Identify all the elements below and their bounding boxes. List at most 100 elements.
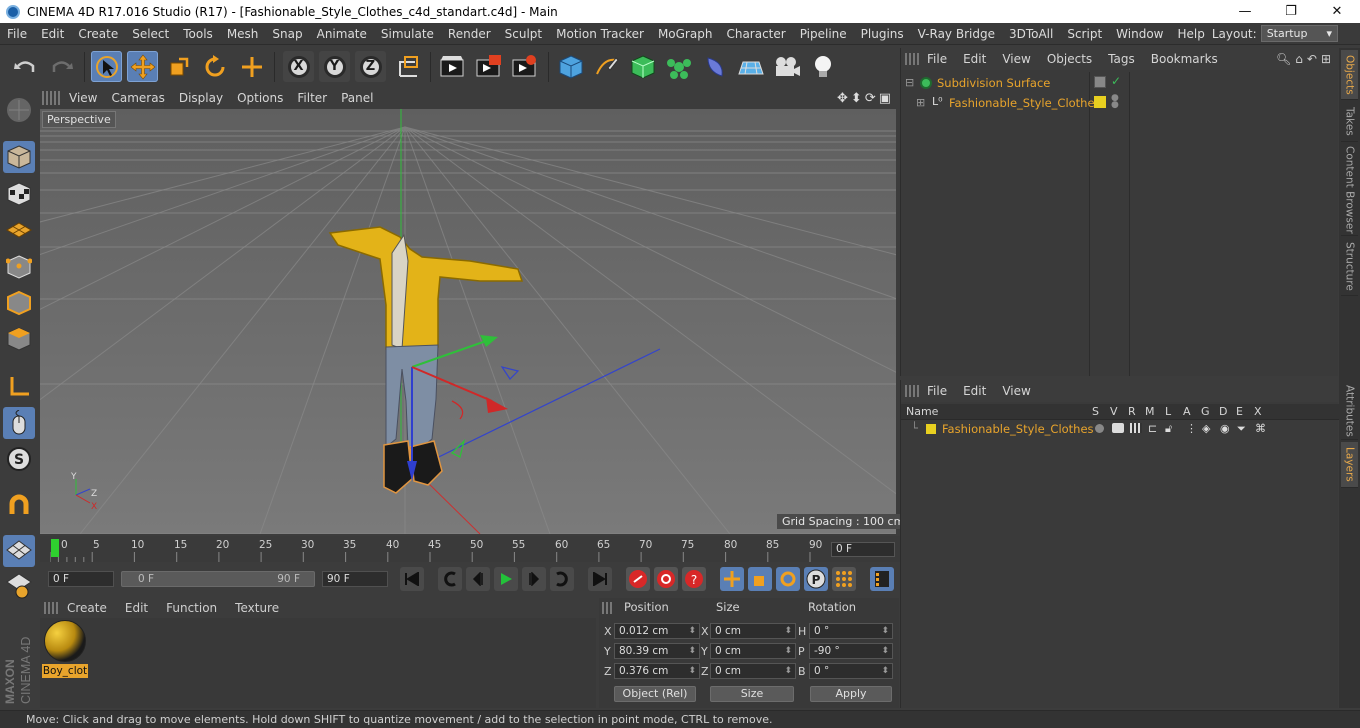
recent-tool-icon[interactable] [236,51,267,82]
col-xref[interactable]: X [1254,405,1262,418]
move-tool-icon[interactable] [127,51,158,82]
layer-chip-icon[interactable] [1094,76,1106,88]
texture-mode-icon[interactable] [3,178,35,210]
manager-icon[interactable]: ⊏ [1148,422,1157,435]
tweak-mode-icon[interactable] [3,407,35,439]
object-menu-file[interactable]: File [919,52,955,66]
col-name[interactable]: Name [906,405,938,418]
menu-select[interactable]: Select [125,27,176,41]
expand-toggle-icon[interactable]: ⊞ [916,96,925,109]
menu-snap[interactable]: Snap [265,27,309,41]
menu-character[interactable]: Character [719,27,792,41]
viewport-menu-cameras[interactable]: Cameras [104,91,171,105]
start-frame-field[interactable]: 0 F [48,571,114,587]
object-name[interactable]: Fashionable_Style_Clothes [949,96,1101,110]
3d-viewport[interactable]: Y Z X [40,109,896,534]
deformer-icon[interactable] [699,51,730,82]
deformer-icon[interactable]: ◉ [1220,422,1230,435]
z-axis-lock-icon[interactable]: Z [355,51,386,82]
rotate-tool-icon[interactable] [199,51,230,82]
go-to-start-icon[interactable] [400,567,424,591]
position-x-field[interactable]: 0.012 cm [614,623,700,639]
col-locked[interactable]: L [1165,405,1171,418]
menu-script[interactable]: Script [1060,27,1109,41]
menu-edit[interactable]: Edit [34,27,71,41]
material-menu-edit[interactable]: Edit [116,601,157,615]
layer-name[interactable]: Fashionable_Style_Clothes [942,422,1094,436]
size-z-field[interactable]: 0 cm [710,663,796,679]
collapse-toggle-icon[interactable]: ⊟ [905,76,914,89]
y-axis-lock-icon[interactable]: Y [319,51,350,82]
object-menu-view[interactable]: View [994,52,1038,66]
render-to-picture-viewer-icon[interactable] [473,51,504,82]
layout-dropdown[interactable]: Startup [1260,25,1338,42]
rotation-h-field[interactable]: 0 ° [809,623,893,639]
tab-content-browser[interactable]: Content Browser [1341,144,1358,236]
tab-structure[interactable]: Structure [1341,238,1358,296]
layer-menu-edit[interactable]: Edit [955,384,994,398]
material-menu-texture[interactable]: Texture [226,601,288,615]
cloner-icon[interactable] [663,51,694,82]
timeline-ruler[interactable]: 0 5 10 15 20 25 30 35 40 45 50 55 60 65 … [40,536,900,562]
rotation-p-field[interactable]: -90 ° [809,643,893,659]
layer-menu-view[interactable]: View [994,384,1038,398]
current-frame-field[interactable]: 0 F [831,542,895,557]
x-axis-lock-icon[interactable]: X [283,51,314,82]
render-clapper-icon[interactable] [1130,423,1142,433]
playhead[interactable] [51,539,59,557]
enable-snap-magnet-icon[interactable] [3,489,35,521]
visibility-dots-icon[interactable]: ● ● [1111,94,1119,110]
menu-tools[interactable]: Tools [176,27,220,41]
panel-grip-icon[interactable] [905,385,919,397]
menu-mesh[interactable]: Mesh [220,27,266,41]
menu-file[interactable]: File [0,27,34,41]
enabled-check-icon[interactable]: ✓ [1111,74,1121,88]
panel-grip-icon[interactable] [42,91,62,105]
minimize-button[interactable]: — [1222,0,1268,23]
model-mode-icon[interactable] [3,141,35,173]
object-menu-edit[interactable]: Edit [955,52,994,66]
end-frame-field[interactable]: 90 F [322,571,388,587]
menu-motion-tracker[interactable]: Motion Tracker [549,27,651,41]
material-menu-create[interactable]: Create [58,601,116,615]
solo-toggle-icon[interactable] [1095,424,1104,433]
expression-icon[interactable]: ⏷ [1237,422,1246,436]
material-swatch[interactable]: Boy_clot [42,620,88,680]
next-key-icon[interactable] [550,567,574,591]
apply-button[interactable]: Apply [810,686,892,702]
menu-mograph[interactable]: MoGraph [651,27,720,41]
polygons-mode-icon[interactable] [3,323,35,355]
close-button[interactable]: ✕ [1314,0,1360,23]
menu-pipeline[interactable]: Pipeline [793,27,854,41]
menu-window[interactable]: Window [1109,27,1170,41]
object-row-subdivision[interactable]: ⊟ Subdivision Surface ✓ [901,74,1339,93]
object-menu-bookmarks[interactable]: Bookmarks [1143,52,1226,66]
play-forward-icon[interactable] [494,567,518,591]
coordinate-mode-dropdown[interactable]: Object (Rel) [614,686,696,702]
viewport-menu-view[interactable]: View [62,91,104,105]
col-solo[interactable]: S [1092,405,1099,418]
viewport-menu-display[interactable]: Display [172,91,230,105]
coordinate-system-icon[interactable] [392,51,423,82]
key-position-icon[interactable] [720,567,744,591]
keyframe-selection-icon[interactable]: ? [682,567,706,591]
menu-animate[interactable]: Animate [310,27,374,41]
live-selection-icon[interactable] [91,51,122,82]
rotation-b-field[interactable]: 0 ° [809,663,893,679]
position-z-field[interactable]: 0.376 cm [614,663,700,679]
make-editable-icon[interactable] [3,94,35,126]
menu-simulate[interactable]: Simulate [374,27,441,41]
xref-icon[interactable]: ⌘ [1255,422,1266,435]
col-deformers[interactable]: D [1219,405,1227,418]
tab-layers[interactable]: Layers [1341,442,1358,488]
key-parameter-icon[interactable]: P [804,567,828,591]
layer-color-swatch[interactable] [926,424,936,434]
viewport-menu-options[interactable]: Options [230,91,290,105]
render-settings-icon[interactable] [509,51,540,82]
undo-icon[interactable] [9,51,40,82]
panel-grip-icon[interactable] [44,602,58,614]
material-menu-function[interactable]: Function [157,601,226,615]
locked-workplane-icon[interactable] [3,570,35,602]
floor-environment-icon[interactable] [735,51,766,82]
cube-primitive-icon[interactable] [555,51,586,82]
